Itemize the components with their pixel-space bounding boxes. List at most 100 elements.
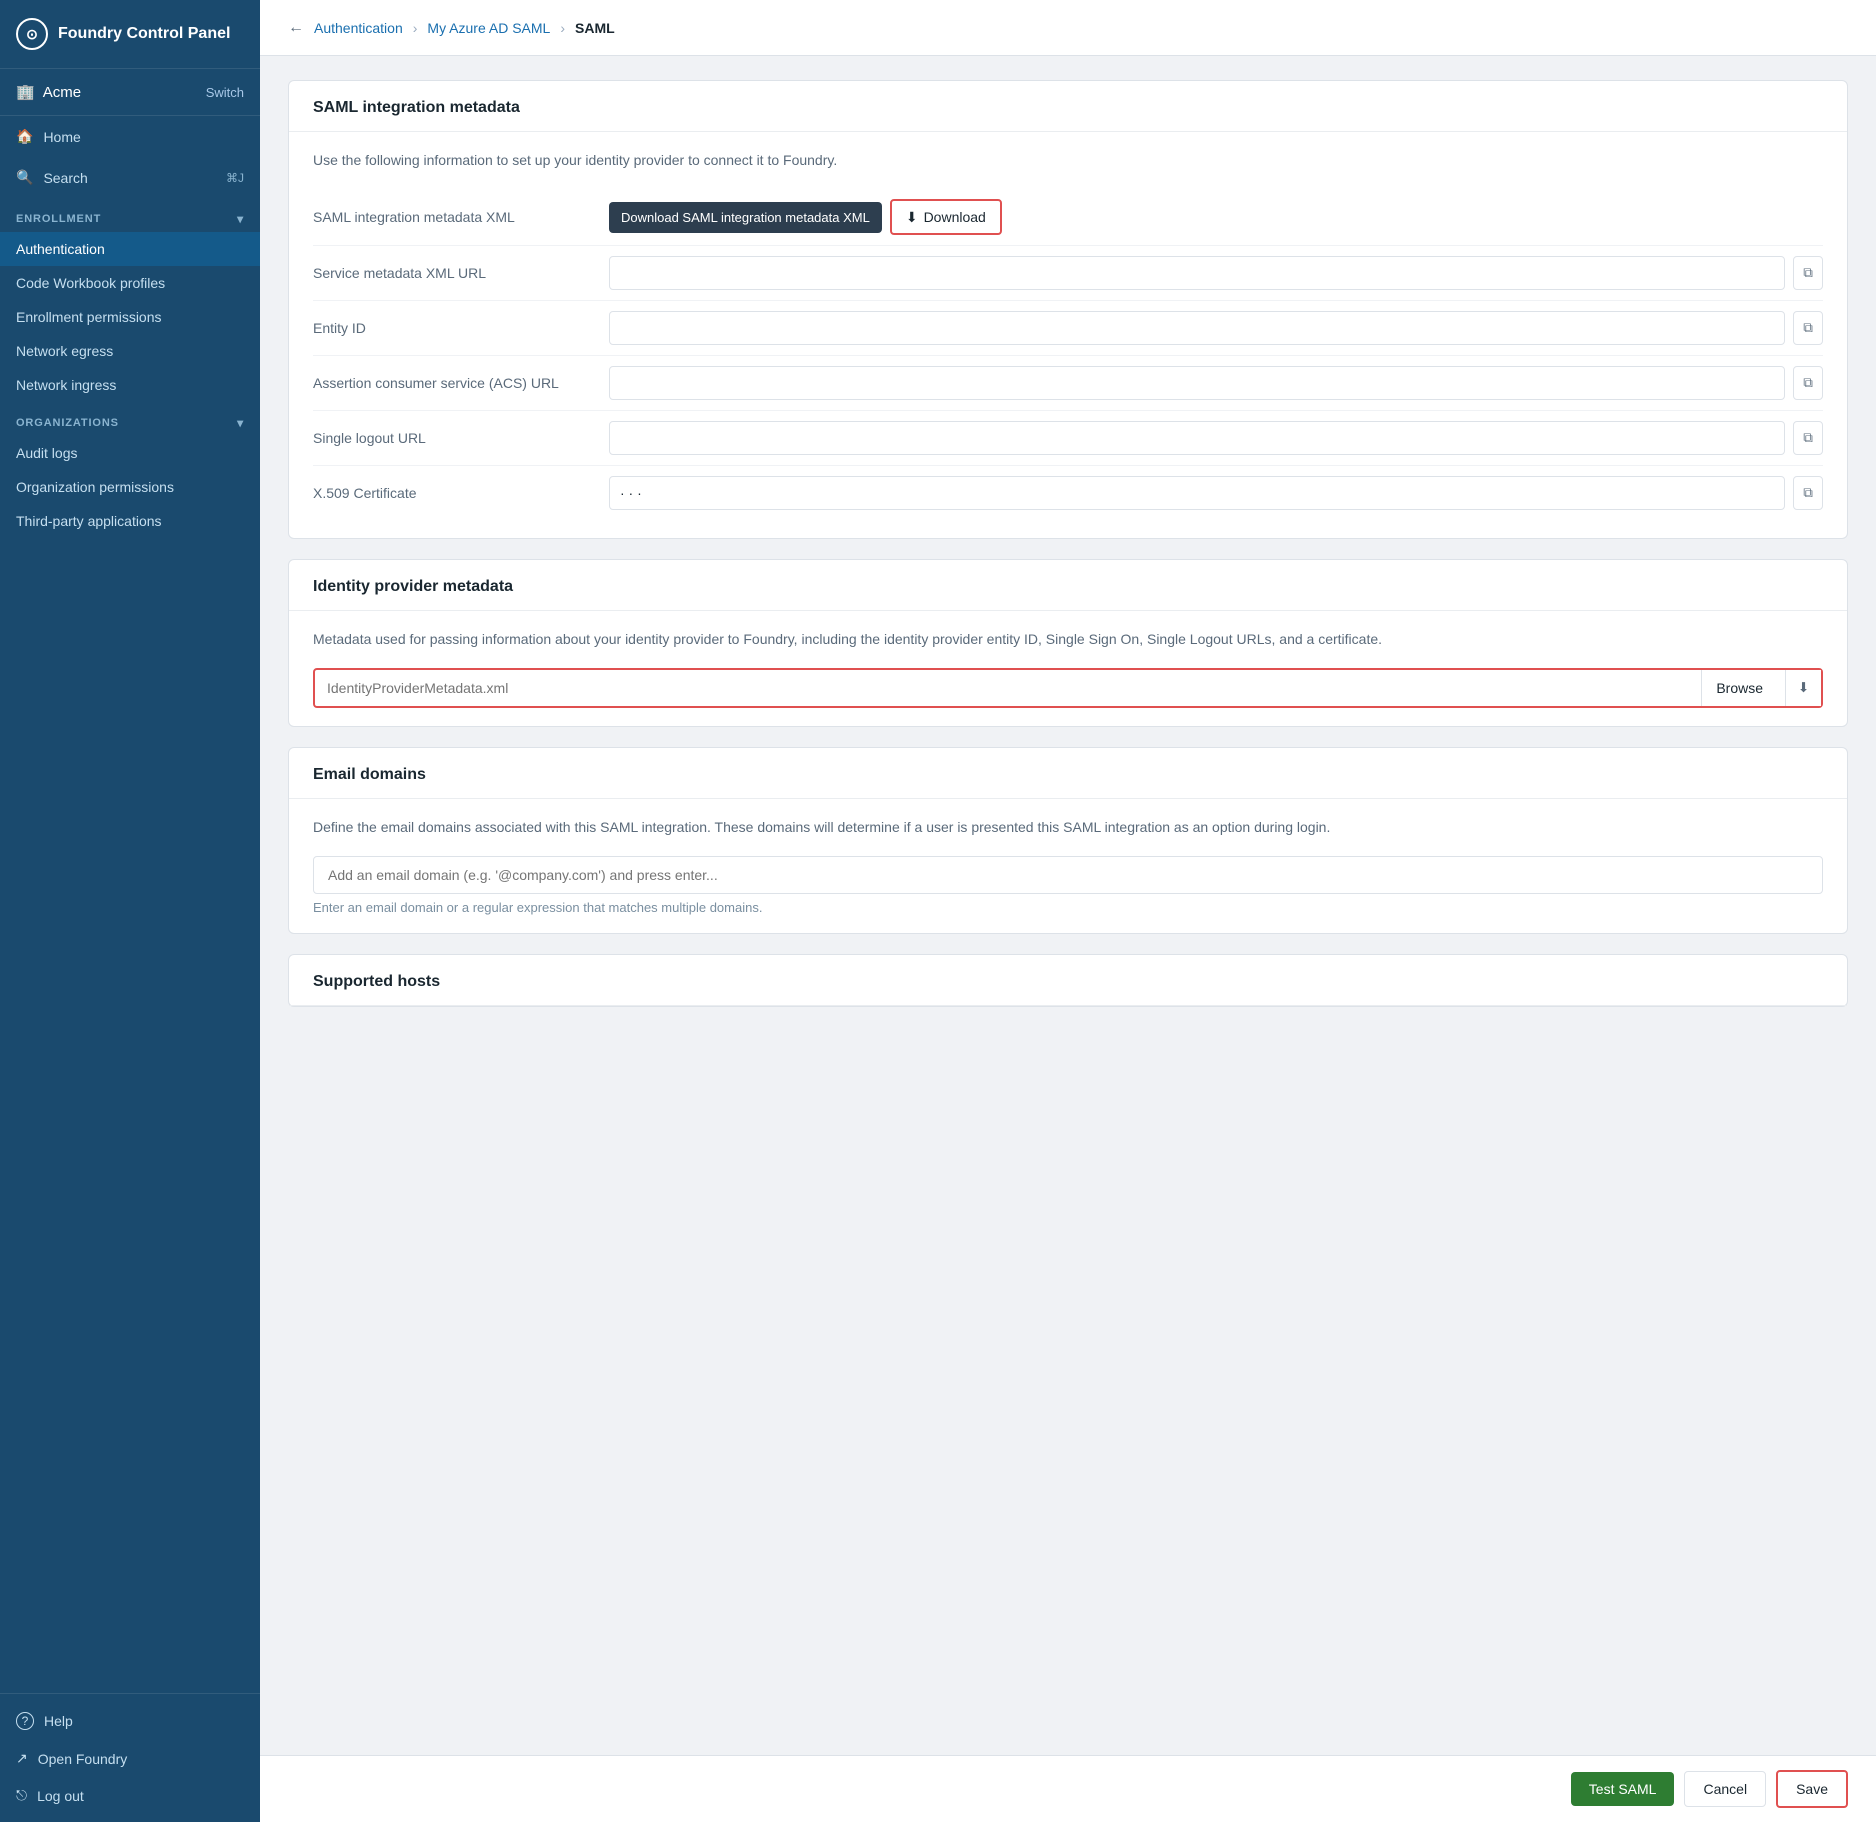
sidebar-header: ⊙ Foundry Control Panel bbox=[0, 0, 260, 69]
supported-hosts-card-header: Supported hosts bbox=[289, 955, 1847, 1006]
test-saml-button[interactable]: Test SAML bbox=[1571, 1772, 1675, 1806]
entity-id-copy-button[interactable]: ⧉ bbox=[1793, 311, 1823, 345]
sidebar-item-audit-logs[interactable]: Audit logs bbox=[0, 436, 260, 470]
back-button[interactable]: ← bbox=[288, 19, 304, 37]
sidebar-item-third-party-applications[interactable]: Third-party applications bbox=[0, 504, 260, 538]
org-switch-button[interactable]: Switch bbox=[206, 85, 244, 100]
breadcrumb-azure-ad[interactable]: My Azure AD SAML bbox=[427, 20, 550, 36]
service-metadata-url-row: Service metadata XML URL ⧉ bbox=[313, 246, 1823, 301]
identity-provider-title: Identity provider metadata bbox=[313, 578, 1823, 596]
bottom-bar: Test SAML Cancel Save bbox=[260, 1755, 1876, 1822]
sidebar-item-authentication[interactable]: Authentication bbox=[0, 232, 260, 266]
search-icon: 🔍 bbox=[16, 169, 33, 186]
app-logo: ⊙ bbox=[16, 18, 48, 50]
acs-url-value: ⧉ bbox=[609, 366, 1823, 400]
email-domain-hint: Enter an email domain or a regular expre… bbox=[313, 900, 1823, 915]
logout-url-input[interactable] bbox=[609, 421, 1785, 455]
entity-id-value: ⧉ bbox=[609, 311, 1823, 345]
entity-id-row: Entity ID ⧉ bbox=[313, 301, 1823, 356]
download-tooltip: Download SAML integration metadata XML bbox=[609, 202, 882, 233]
saml-xml-value: Download SAML integration metadata XML ⬇… bbox=[609, 199, 1823, 235]
saml-metadata-description: Use the following information to set up … bbox=[313, 150, 1823, 171]
download-icon: ⬇ bbox=[906, 209, 918, 226]
identity-provider-file-input[interactable] bbox=[315, 672, 1693, 704]
identity-provider-card-body: Metadata used for passing information ab… bbox=[289, 611, 1847, 726]
service-metadata-value: ⧉ bbox=[609, 256, 1823, 290]
email-domains-description: Define the email domains associated with… bbox=[313, 817, 1823, 838]
help-icon: ? bbox=[16, 1712, 34, 1730]
service-metadata-input[interactable] bbox=[609, 256, 1785, 290]
download-area: Download SAML integration metadata XML ⬇… bbox=[609, 199, 1002, 235]
save-button[interactable]: Save bbox=[1776, 1770, 1848, 1808]
saml-metadata-card-body: Use the following information to set up … bbox=[289, 132, 1847, 538]
x509-value: ⧉ bbox=[609, 476, 1823, 510]
service-metadata-label: Service metadata XML URL bbox=[313, 265, 593, 281]
search-shortcut: ⌘J bbox=[226, 171, 244, 185]
identity-provider-card: Identity provider metadata Metadata used… bbox=[288, 559, 1848, 727]
enrollment-chevron-icon: ▾ bbox=[237, 212, 244, 226]
x509-input[interactable] bbox=[609, 476, 1785, 510]
enrollment-section-header: ENROLLMENT ▾ bbox=[0, 198, 260, 232]
sidebar-item-network-egress[interactable]: Network egress bbox=[0, 334, 260, 368]
organizations-chevron-icon: ▾ bbox=[237, 416, 244, 430]
saml-xml-label: SAML integration metadata XML bbox=[313, 209, 593, 225]
email-domains-title: Email domains bbox=[313, 766, 1823, 784]
sidebar-item-log-out[interactable]: ⎋ Log out bbox=[0, 1777, 260, 1814]
supported-hosts-card: Supported hosts bbox=[288, 954, 1848, 1007]
breadcrumb-current: SAML bbox=[575, 20, 615, 36]
email-domains-card-header: Email domains bbox=[289, 748, 1847, 799]
acs-url-input[interactable] bbox=[609, 366, 1785, 400]
sidebar-item-organization-permissions[interactable]: Organization permissions bbox=[0, 470, 260, 504]
sidebar: ⊙ Foundry Control Panel 🏢 Acme Switch 🏠 … bbox=[0, 0, 260, 1822]
x509-label: X.509 Certificate bbox=[313, 485, 593, 501]
sidebar-item-open-foundry[interactable]: ↗ Open Foundry bbox=[0, 1740, 260, 1777]
org-name: 🏢 Acme bbox=[16, 83, 81, 101]
breadcrumb: ← Authentication › My Azure AD SAML › SA… bbox=[260, 0, 1876, 56]
email-domain-input[interactable] bbox=[313, 856, 1823, 894]
open-foundry-icon: ↗ bbox=[16, 1750, 28, 1767]
copy-icon-2: ⧉ bbox=[1803, 320, 1813, 336]
acs-url-label: Assertion consumer service (ACS) URL bbox=[313, 375, 593, 391]
email-domains-card-body: Define the email domains associated with… bbox=[289, 799, 1847, 933]
breadcrumb-sep-1: › bbox=[413, 20, 418, 36]
cancel-button[interactable]: Cancel bbox=[1684, 1771, 1766, 1807]
browse-download-icon: ⬇ bbox=[1798, 680, 1809, 696]
download-button[interactable]: ⬇ Download bbox=[890, 199, 1002, 235]
sidebar-item-enrollment-permissions[interactable]: Enrollment permissions bbox=[0, 300, 260, 334]
browse-download-button[interactable]: ⬇ bbox=[1785, 670, 1821, 706]
x509-copy-button[interactable]: ⧉ bbox=[1793, 476, 1823, 510]
sidebar-item-code-workbook-profiles[interactable]: Code Workbook profiles bbox=[0, 266, 260, 300]
sidebar-item-home[interactable]: 🏠 Home bbox=[0, 116, 260, 157]
copy-icon-5: ⧉ bbox=[1803, 485, 1813, 501]
acs-url-copy-button[interactable]: ⧉ bbox=[1793, 366, 1823, 400]
logout-url-copy-button[interactable]: ⧉ bbox=[1793, 421, 1823, 455]
logout-url-row: Single logout URL ⧉ bbox=[313, 411, 1823, 466]
identity-provider-card-header: Identity provider metadata bbox=[289, 560, 1847, 611]
saml-metadata-card: SAML integration metadata Use the follow… bbox=[288, 80, 1848, 539]
saml-metadata-card-header: SAML integration metadata bbox=[289, 81, 1847, 132]
entity-id-input[interactable] bbox=[609, 311, 1785, 345]
content-area: SAML integration metadata Use the follow… bbox=[260, 56, 1876, 1822]
identity-provider-description: Metadata used for passing information ab… bbox=[313, 629, 1823, 650]
browse-button[interactable]: Browse bbox=[1701, 670, 1777, 706]
logout-url-label: Single logout URL bbox=[313, 430, 593, 446]
saml-xml-row: SAML integration metadata XML Download S… bbox=[313, 189, 1823, 246]
x509-row: X.509 Certificate ⧉ bbox=[313, 466, 1823, 520]
sidebar-item-help[interactable]: ? Help bbox=[0, 1702, 260, 1740]
sidebar-item-network-ingress[interactable]: Network ingress bbox=[0, 368, 260, 402]
sidebar-bottom: ? Help ↗ Open Foundry ⎋ Log out bbox=[0, 1693, 260, 1822]
breadcrumb-sep-2: › bbox=[560, 20, 565, 36]
service-metadata-copy-button[interactable]: ⧉ bbox=[1793, 256, 1823, 290]
copy-icon-3: ⧉ bbox=[1803, 375, 1813, 391]
main-area: ← Authentication › My Azure AD SAML › SA… bbox=[260, 0, 1876, 1822]
supported-hosts-title: Supported hosts bbox=[313, 973, 1823, 991]
browse-row: Browse ⬇ bbox=[313, 668, 1823, 708]
home-icon: 🏠 bbox=[16, 128, 33, 145]
saml-metadata-title: SAML integration metadata bbox=[313, 99, 1823, 117]
sidebar-item-search[interactable]: 🔍 Search ⌘J bbox=[0, 157, 260, 198]
acs-url-row: Assertion consumer service (ACS) URL ⧉ bbox=[313, 356, 1823, 411]
breadcrumb-authentication[interactable]: Authentication bbox=[314, 20, 403, 36]
log-out-icon: ⎋ bbox=[16, 1787, 27, 1804]
copy-icon-4: ⧉ bbox=[1803, 430, 1813, 446]
org-row: 🏢 Acme Switch bbox=[0, 69, 260, 116]
